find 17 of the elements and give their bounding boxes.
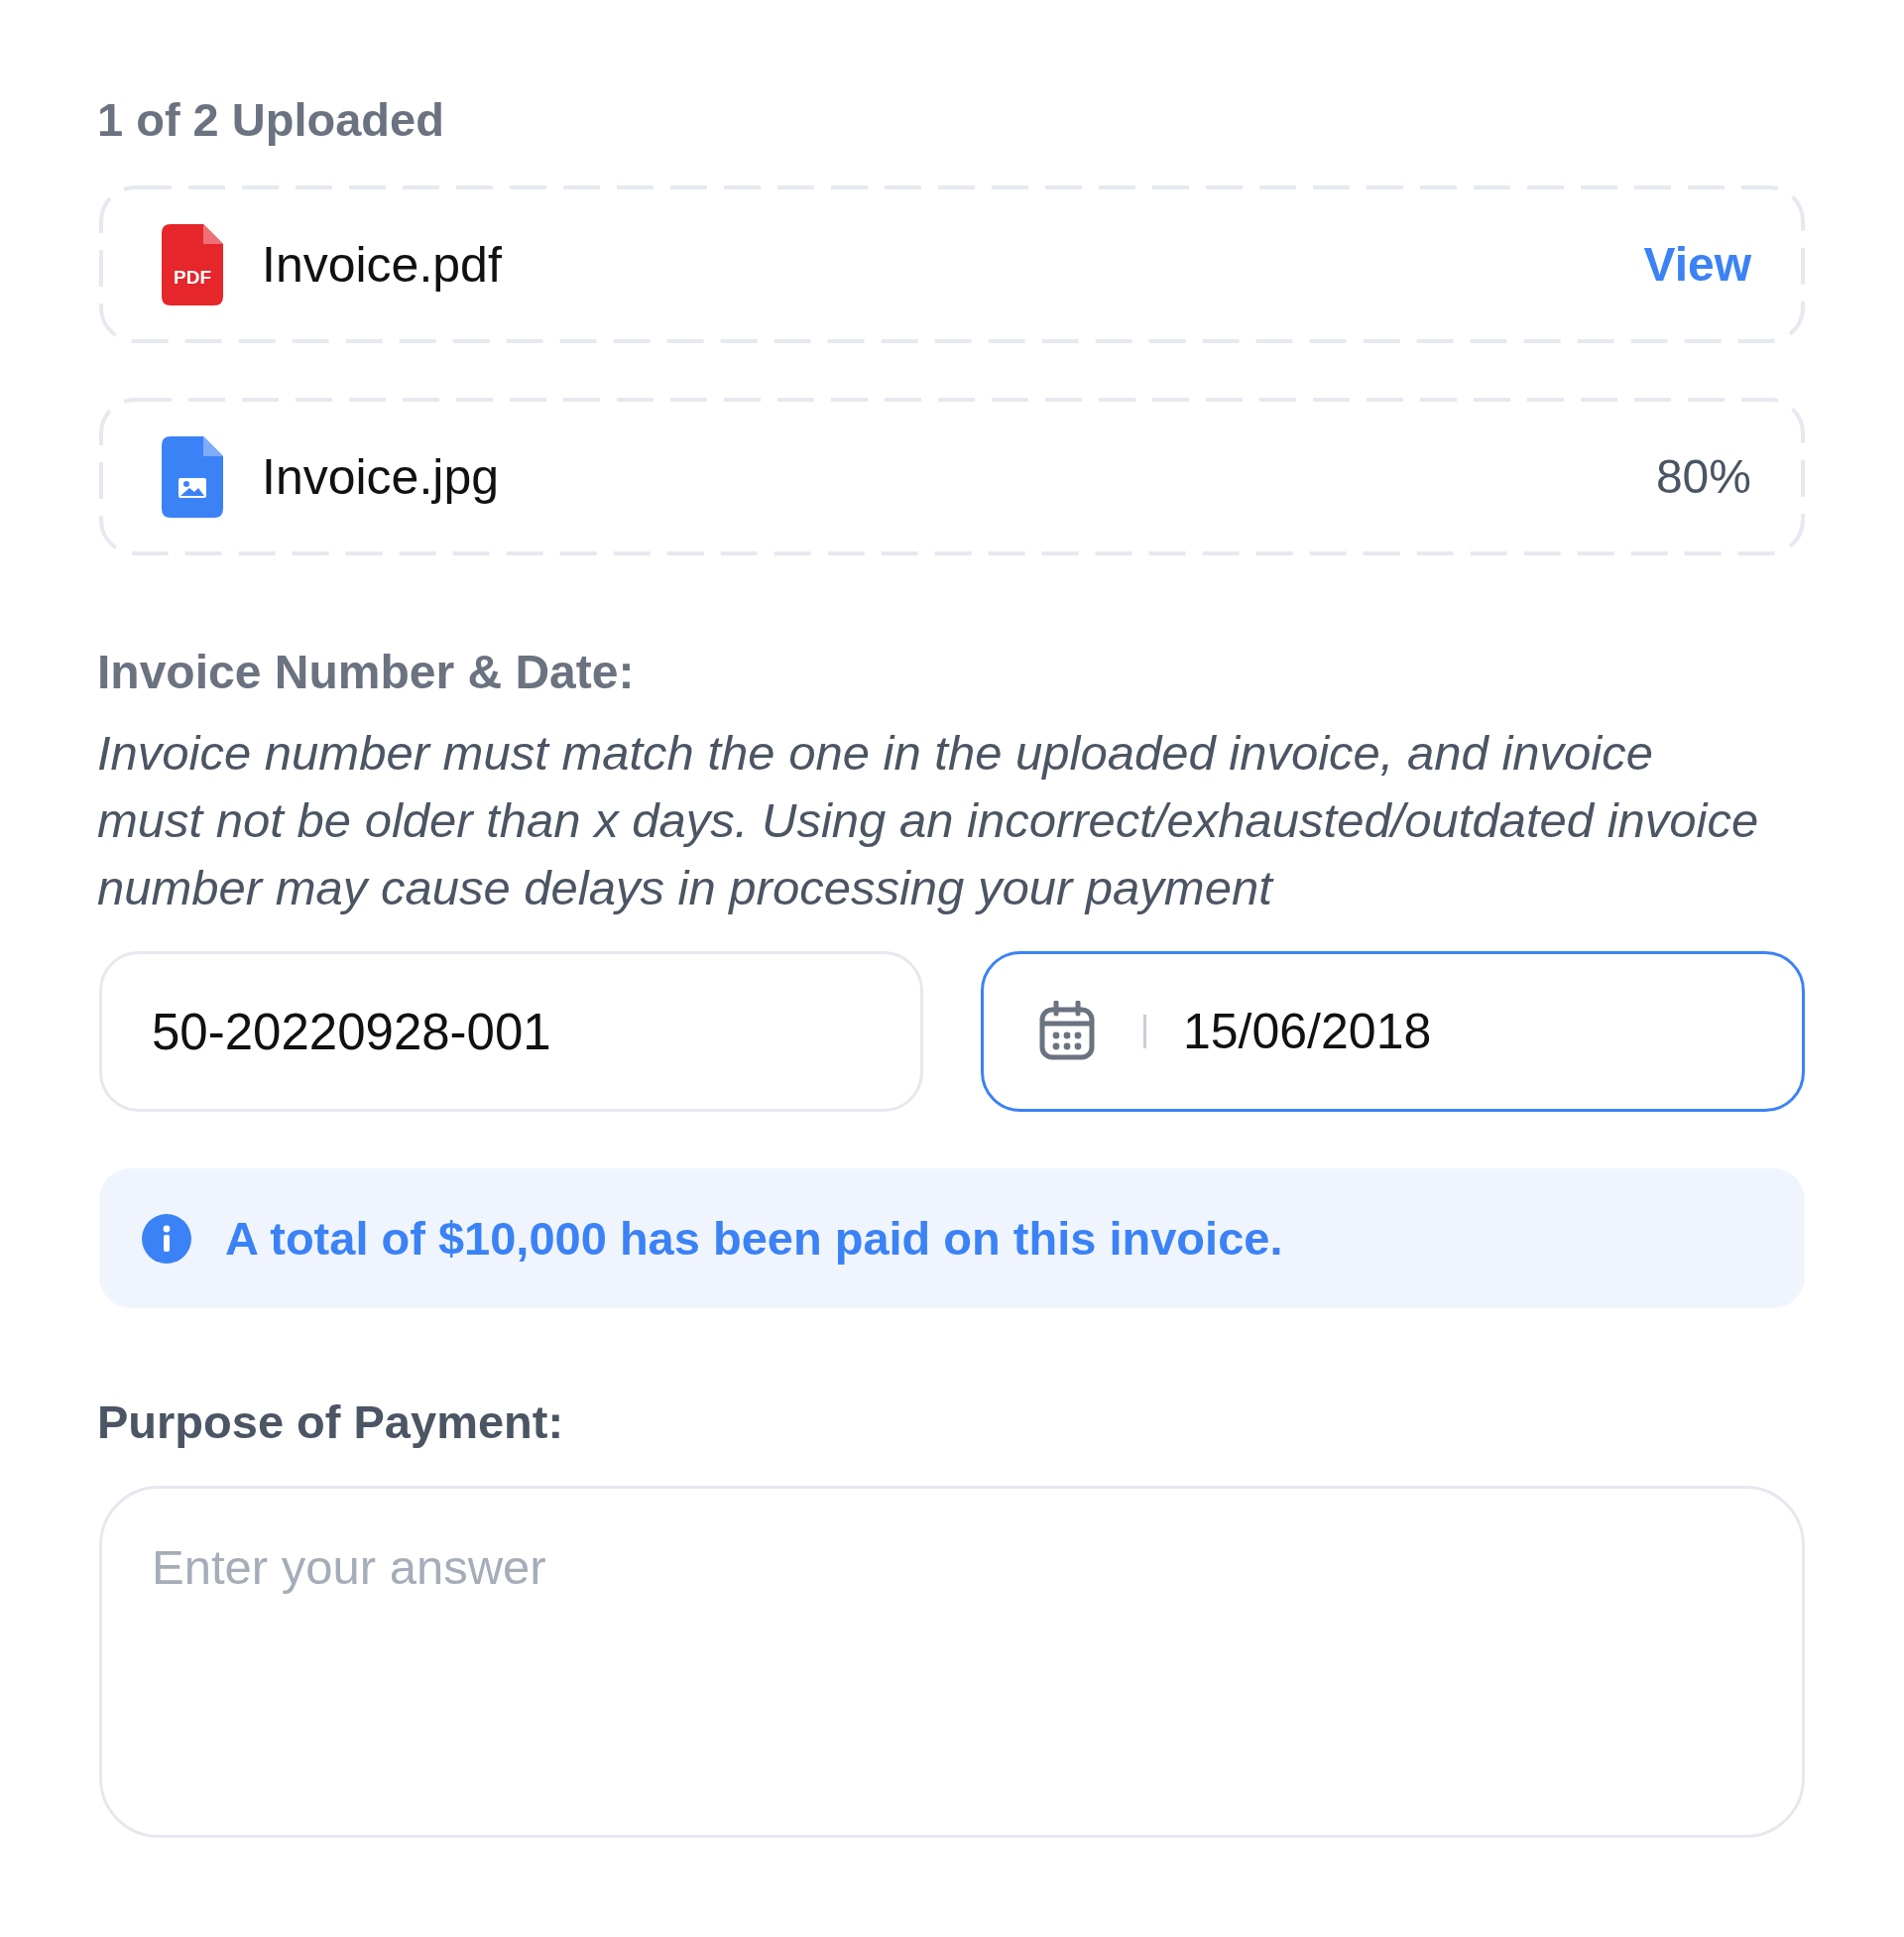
view-link[interactable]: View <box>1643 236 1751 293</box>
info-message: A total of $10,000 has been paid on this invoice. <box>225 1211 1283 1266</box>
date-field[interactable]: 15/06/2018 <box>981 951 1805 1112</box>
upload-progress-text: 80% <box>1655 448 1751 505</box>
image-file-icon <box>162 435 223 518</box>
file-name: Invoice.pdf <box>262 235 502 294</box>
section-label: Invoice Number & Date: <box>97 649 635 696</box>
calendar-icon <box>1039 1001 1095 1060</box>
answer-field[interactable]: Enter your answer <box>99 1486 1805 1838</box>
file-name: Invoice.jpg <box>262 447 500 506</box>
hint-text: Invoice number must match the one in the uploaded invoice, and invoice must not be older than x days. Using an incorrect/exhausted/outdated invoice number may cause delays in processing your payment <box>97 725 1759 916</box>
document-icon <box>162 223 223 305</box>
section-label: Purpose of Payment: <box>97 1398 564 1446</box>
upload-status-heading: 1 of 2 Uploaded <box>97 95 444 145</box>
info-icon <box>142 1213 191 1264</box>
invoice-number-field[interactable]: 50-20220928-001 <box>99 951 923 1112</box>
file-type-label: PDF <box>173 267 212 288</box>
